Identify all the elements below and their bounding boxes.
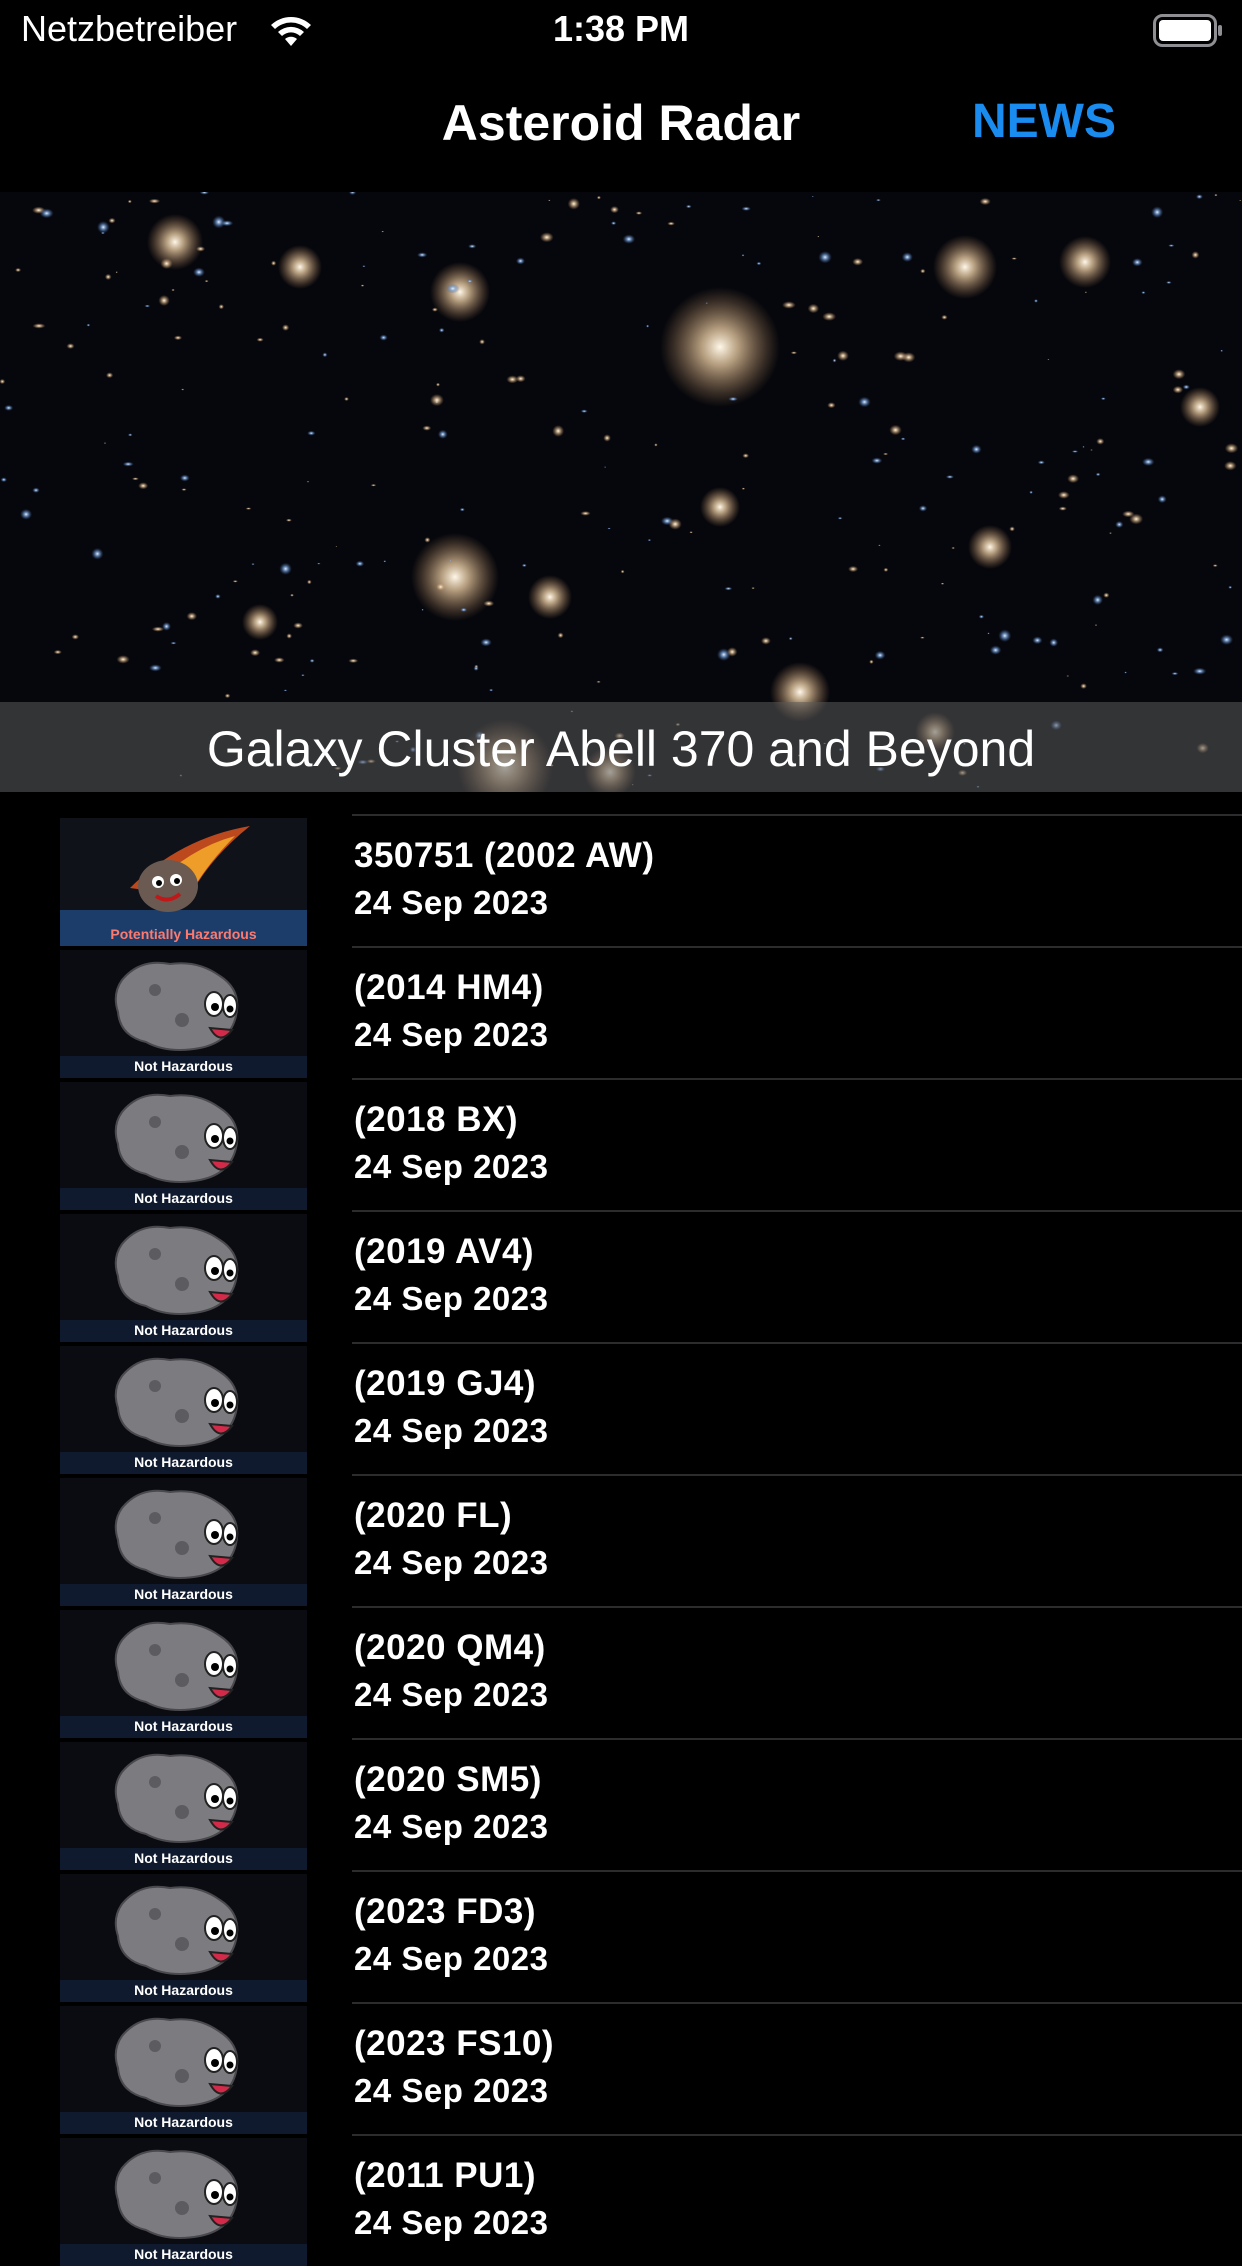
row-divider [352,2134,1242,2136]
asteroid-name: (2020 FL) [354,1496,513,1535]
safe-asteroid-icon: Not Hazardous [60,1346,307,1474]
status-bar: Netzbetreiber 1:38 PM [0,0,1242,62]
list-item[interactable]: Not Hazardous (2023 FD3) 24 Sep 2023 [0,1870,1242,2002]
approach-date: 24 Sep 2023 [354,2072,549,2109]
row-divider [352,1870,1242,1872]
hazard-status-label: Not Hazardous [134,1454,233,1470]
approach-date: 24 Sep 2023 [354,1808,549,1845]
safe-asteroid-icon: Not Hazardous [60,1478,307,1606]
list-item[interactable]: Potentially Hazardous 350751 (2002 AW) 24 … [0,814,1242,946]
image-of-the-day[interactable]: Galaxy Cluster Abell 370 and Beyond [0,192,1242,792]
hazard-status-label: Not Hazardous [134,1190,233,1206]
row-divider [352,814,1242,816]
row-divider [352,2002,1242,2004]
battery-icon [1153,14,1222,47]
asteroid-name: (2020 SM5) [354,1760,542,1799]
asteroid-name: (2019 AV4) [354,1232,535,1271]
safe-asteroid-icon: Not Hazardous [60,2006,307,2134]
row-divider [352,1078,1242,1080]
image-caption: Galaxy Cluster Abell 370 and Beyond [206,721,1036,777]
list-item[interactable]: Not Hazardous (2018 BX) 24 Sep 2023 [0,1078,1242,1210]
safe-asteroid-icon: Not Hazardous [60,2138,307,2266]
hazardous-asteroid-icon: Potentially Hazardous [60,818,307,946]
approach-date: 24 Sep 2023 [354,1676,549,1713]
list-item[interactable]: Not Hazardous (2020 QM4) 24 Sep 2023 [0,1606,1242,1738]
approach-date: 24 Sep 2023 [354,884,549,921]
hazard-status-label: Not Hazardous [134,2246,233,2262]
safe-asteroid-icon: Not Hazardous [60,1874,307,2002]
safe-asteroid-icon: Not Hazardous [60,1742,307,1870]
approach-date: 24 Sep 2023 [354,1544,549,1581]
hazard-status-label: Not Hazardous [134,2114,233,2130]
hazard-status-label: Not Hazardous [134,1982,233,1998]
list-item[interactable]: Not Hazardous (2020 SM5) 24 Sep 2023 [0,1738,1242,1870]
list-item[interactable]: Not Hazardous (2011 PU1) 24 Sep 2023 [0,2134,1242,2266]
row-divider [352,1210,1242,1212]
asteroid-name: (2018 BX) [354,1100,519,1139]
list-item[interactable]: Not Hazardous (2019 GJ4) 24 Sep 2023 [0,1342,1242,1474]
asteroid-name: (2023 FD3) [354,1892,537,1931]
approach-date: 24 Sep 2023 [354,1016,549,1053]
hazard-status-label: Not Hazardous [134,1586,233,1602]
asteroid-name: 350751 (2002 AW) [354,836,655,875]
row-divider [352,1474,1242,1476]
news-button[interactable]: NEWS [972,94,1116,149]
list-item[interactable]: Not Hazardous (2019 AV4) 24 Sep 2023 [0,1210,1242,1342]
asteroid-name: (2020 QM4) [354,1628,546,1667]
asteroid-name: (2019 GJ4) [354,1364,537,1403]
safe-asteroid-icon: Not Hazardous [60,1610,307,1738]
safe-asteroid-icon: Not Hazardous [60,1082,307,1210]
approach-date: 24 Sep 2023 [354,1940,549,1977]
safe-asteroid-icon: Not Hazardous [60,1214,307,1342]
safe-asteroid-icon: Not Hazardous [60,950,307,1078]
clock: 1:38 PM [552,8,690,49]
hazard-status-label: Not Hazardous [134,1322,233,1338]
list-item[interactable]: Not Hazardous (2014 HM4) 24 Sep 2023 [0,946,1242,1078]
asteroid-list[interactable]: Potentially Hazardous 350751 (2002 AW) 24 … [0,814,1242,2266]
hazard-status-label: Potentially Hazardous [110,926,257,942]
hazard-status-label: Not Hazardous [134,1058,233,1074]
hazard-status-label: Not Hazardous [134,1850,233,1866]
list-item[interactable]: Not Hazardous (2023 FS10) 24 Sep 2023 [0,2002,1242,2134]
hazard-status-label: Not Hazardous [134,1718,233,1734]
row-divider [352,1606,1242,1608]
asteroid-name: (2014 HM4) [354,968,544,1007]
approach-date: 24 Sep 2023 [354,2204,549,2241]
row-divider [352,1738,1242,1740]
row-divider [352,946,1242,948]
asteroid-name: (2011 PU1) [354,2156,537,2195]
list-item[interactable]: Not Hazardous (2020 FL) 24 Sep 2023 [0,1474,1242,1606]
row-divider [352,1342,1242,1344]
asteroid-name: (2023 FS10) [354,2024,555,2063]
approach-date: 24 Sep 2023 [354,1148,549,1185]
navigation-bar: Asteroid Radar NEWS [0,62,1242,192]
approach-date: 24 Sep 2023 [354,1280,549,1317]
approach-date: 24 Sep 2023 [354,1412,549,1449]
